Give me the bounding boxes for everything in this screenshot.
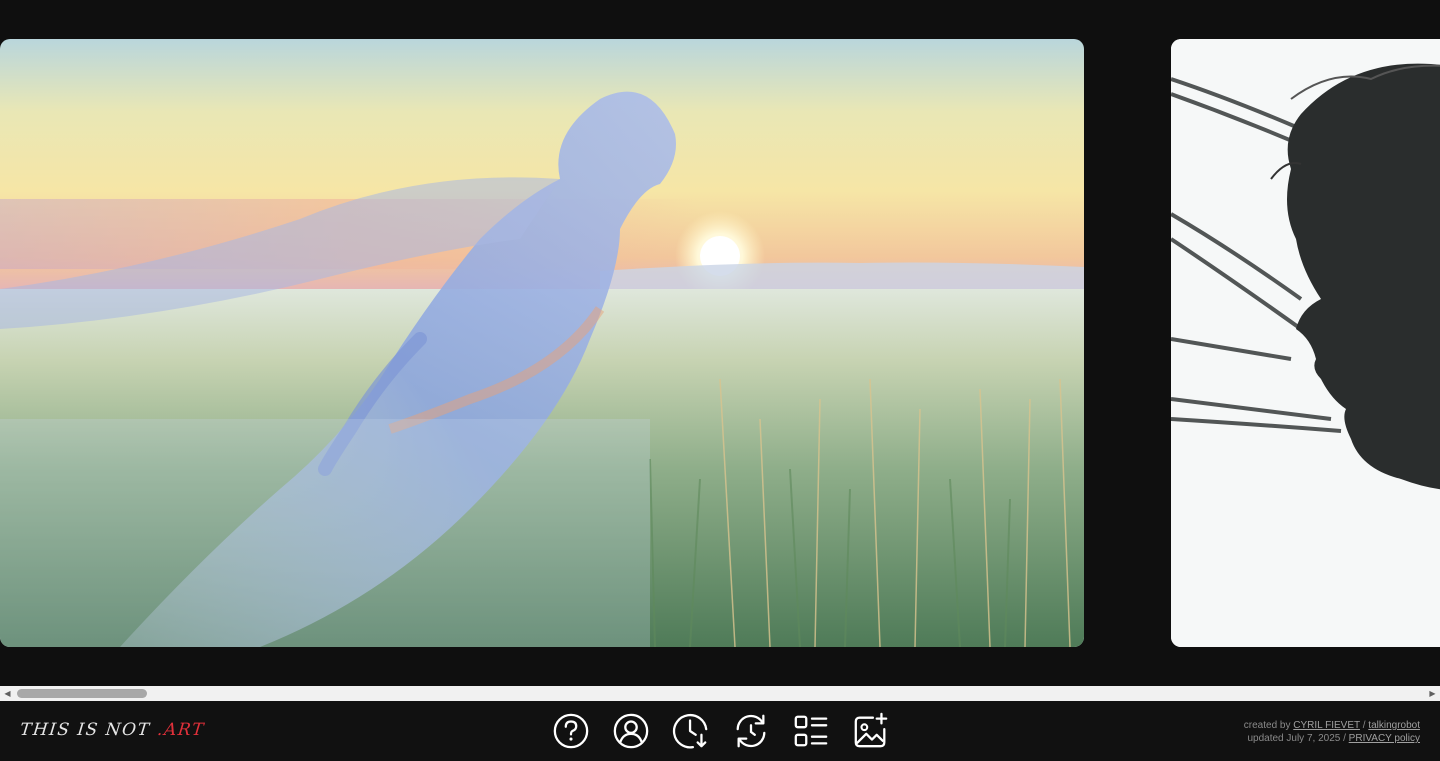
credits: created by CYRIL FIEVET / talkingrobot u…	[1244, 719, 1420, 745]
credits-line-1: created by CYRIL FIEVET / talkingrobot	[1244, 719, 1420, 732]
updated-label: updated July 7, 2025	[1247, 733, 1341, 744]
logo-accent: .ART	[156, 720, 206, 740]
refresh-icon	[736, 714, 766, 748]
user-icon	[613, 713, 649, 749]
list-view-button[interactable]	[790, 710, 832, 752]
help-icon	[553, 713, 589, 749]
add-image-icon	[854, 712, 888, 748]
artwork-ghost-woman-field	[0, 39, 1084, 647]
footer-bar: THIS IS NOT .ART created by CYRIL FIEVET…	[0, 701, 1440, 761]
artwork-sketch-profile	[1171, 39, 1440, 647]
image-gallery[interactable]	[0, 0, 1440, 686]
help-button[interactable]	[550, 710, 592, 752]
history-download-button[interactable]	[670, 710, 712, 752]
horizontal-scrollbar[interactable]: ◀ ▶	[0, 686, 1440, 701]
handle-link[interactable]: talkingrobot	[1368, 720, 1420, 731]
main-toolbar	[550, 710, 892, 752]
profile-button[interactable]	[610, 710, 652, 752]
site-logo[interactable]: THIS IS NOT .ART	[19, 720, 206, 740]
list-view-icon	[794, 715, 828, 747]
clock-download-icon	[672, 713, 708, 749]
scroll-right-arrow[interactable]: ▶	[1425, 686, 1440, 701]
created-by-label: created by	[1243, 720, 1294, 731]
gallery-image-ghost-woman[interactable]	[0, 39, 1084, 647]
logo-prefix: THIS IS NOT	[18, 720, 159, 740]
refresh-button[interactable]	[730, 710, 772, 752]
privacy-link[interactable]: PRIVACY policy	[1349, 733, 1420, 744]
credits-separator-2: /	[1340, 733, 1349, 744]
credits-line-2: updated July 7, 2025 / PRIVACY policy	[1244, 732, 1420, 745]
scroll-left-arrow[interactable]: ◀	[0, 686, 15, 701]
gallery-image-sketch-profile[interactable]	[1171, 39, 1440, 647]
scroll-thumb[interactable]	[17, 689, 147, 698]
add-image-button[interactable]	[850, 710, 892, 752]
author-link[interactable]: CYRIL FIEVET	[1293, 720, 1360, 731]
